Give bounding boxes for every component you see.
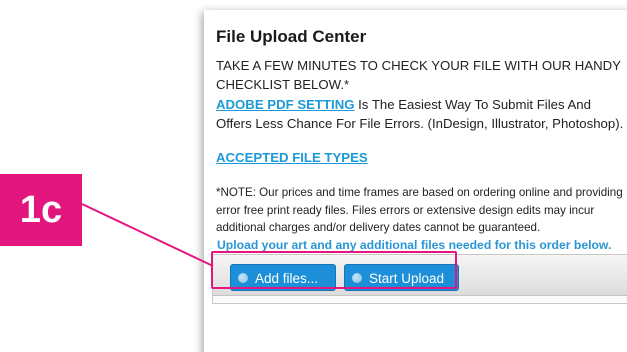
callout-connector-line xyxy=(81,203,214,267)
callout-badge: 1c xyxy=(0,174,82,246)
annotated-screenshot: File Upload Center TAKE A FEW MINUTES TO… xyxy=(0,0,627,352)
upload-buttons-highlight xyxy=(211,251,457,289)
